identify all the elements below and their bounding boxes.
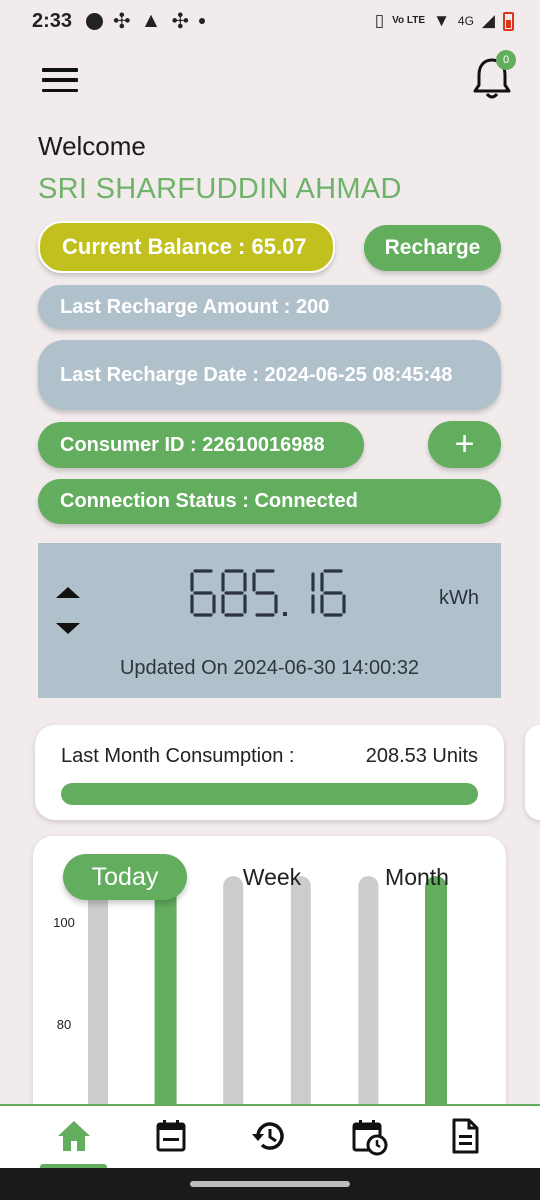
more-notifications-icon bbox=[199, 18, 206, 24]
current-balance: Current Balance : 65.07 bbox=[38, 221, 335, 273]
notification-badge: 0 bbox=[496, 50, 516, 70]
schedule-icon[interactable] bbox=[349, 1116, 389, 1156]
last-month-consumption-card: Last Month Consumption : 208.53 Units bbox=[35, 725, 504, 820]
meter-reading-panel: kWh Updated On 2024-06-30 14:00:32 bbox=[38, 543, 501, 698]
battery-icon bbox=[503, 11, 514, 31]
last-recharge-date: Last Recharge Date : 2024-06-25 08:45:48 bbox=[38, 340, 501, 410]
recharge-button[interactable]: Recharge bbox=[364, 225, 501, 271]
menu-icon[interactable] bbox=[42, 68, 78, 92]
home-icon[interactable] bbox=[54, 1116, 94, 1156]
usage-chart-card: 6080100 Today Week Month bbox=[33, 836, 506, 1136]
arrow-up-icon[interactable] bbox=[56, 587, 80, 598]
document-icon[interactable] bbox=[445, 1116, 485, 1156]
calendar-icon[interactable] bbox=[151, 1116, 191, 1156]
chart-bar[interactable] bbox=[358, 876, 379, 1136]
consumption-progress bbox=[61, 783, 478, 805]
user-name: SRI SHARFUDDIN AHMAD bbox=[38, 173, 402, 205]
meter-updated-time: Updated On 2024-06-30 14:00:32 bbox=[119, 657, 420, 679]
meter-digit bbox=[221, 569, 247, 617]
welcome-text: Welcome bbox=[38, 131, 146, 161]
wifi-icon: ▼ bbox=[433, 11, 450, 30]
status-notification-icons: ✣ ▲ ✣ bbox=[86, 9, 206, 34]
fan-icon: ✣ bbox=[113, 9, 131, 33]
network-type: 4G bbox=[457, 14, 474, 28]
add-consumer-button[interactable]: + bbox=[428, 421, 501, 468]
next-card-peek[interactable] bbox=[525, 725, 540, 820]
home-gesture-handle[interactable] bbox=[190, 1181, 350, 1187]
meter-reading-value bbox=[190, 569, 346, 617]
connection-status: Connection Status : Connected bbox=[38, 479, 501, 524]
system-gesture-bar bbox=[0, 1168, 540, 1200]
vibrate-icon: ▯ bbox=[374, 11, 385, 30]
consumption-label: Last Month Consumption : bbox=[61, 745, 295, 767]
meter-unit: kWh bbox=[439, 587, 479, 609]
tab-today[interactable]: Today bbox=[63, 854, 187, 900]
meter-digit bbox=[320, 569, 346, 617]
meter-digit bbox=[190, 569, 216, 617]
volte-icon: Vo LTE bbox=[392, 15, 426, 26]
chart-bar[interactable] bbox=[290, 876, 311, 1136]
warning-icon: ▲ bbox=[140, 9, 162, 32]
chart-bar[interactable] bbox=[425, 876, 447, 1136]
consumption-progress-fill bbox=[61, 783, 478, 805]
meter-decimal-point bbox=[283, 612, 287, 616]
chart-bar[interactable] bbox=[88, 876, 108, 1136]
status-bar: 2:33 ✣ ▲ ✣ ▯ Vo LTE ▼ 4G ◢ bbox=[0, 0, 540, 42]
arrow-down-icon[interactable] bbox=[56, 623, 80, 634]
consumer-id: Consumer ID : 22610016988 bbox=[38, 422, 364, 468]
last-recharge-amount: Last Recharge Amount : 200 bbox=[38, 285, 501, 329]
status-time: 2:33 bbox=[32, 9, 73, 32]
fan-icon: ✣ bbox=[171, 9, 190, 33]
status-system-icons: ▯ Vo LTE ▼ 4G ◢ bbox=[375, 11, 514, 31]
record-icon bbox=[86, 12, 104, 30]
meter-digit bbox=[252, 569, 278, 617]
top-app-bar bbox=[0, 50, 540, 106]
signal-icon: ◢ bbox=[481, 11, 495, 30]
bottom-navigation bbox=[0, 1104, 540, 1170]
chart-bar[interactable] bbox=[154, 876, 177, 1136]
tab-week[interactable]: Week bbox=[233, 854, 311, 900]
y-tick-label: 100 bbox=[53, 915, 75, 930]
history-icon[interactable] bbox=[249, 1116, 289, 1156]
y-tick-label: 80 bbox=[57, 1017, 71, 1032]
chart-bar[interactable] bbox=[223, 876, 244, 1136]
consumption-value: 208.53 Units bbox=[365, 745, 478, 767]
tab-month[interactable]: Month bbox=[377, 854, 457, 900]
